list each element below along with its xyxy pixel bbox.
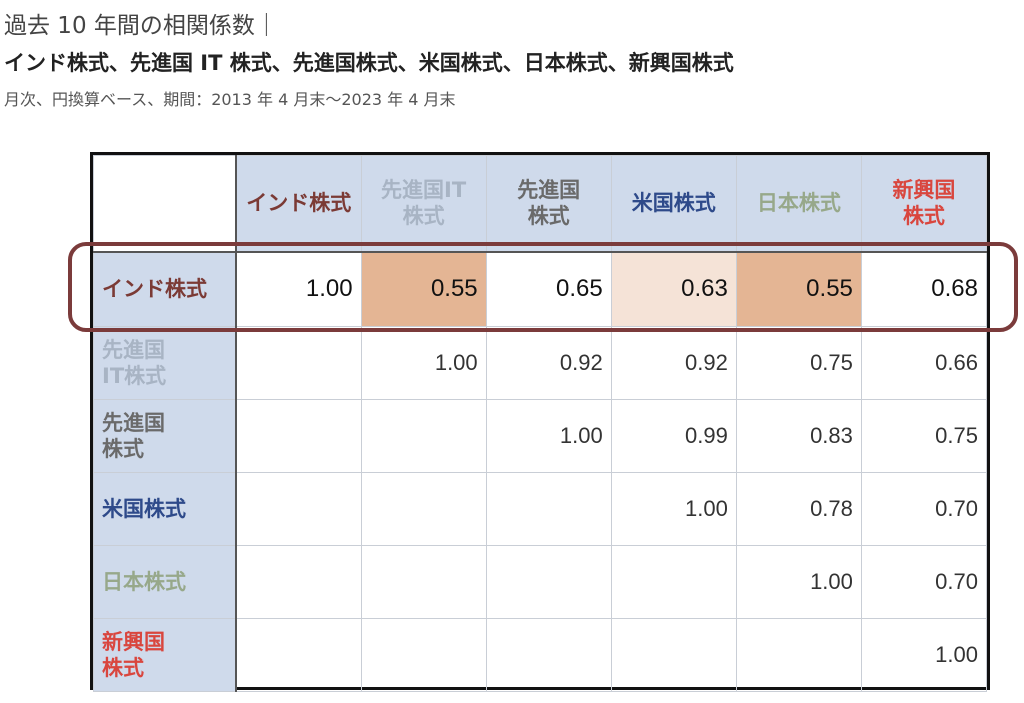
page-subtitle: インド株式、先進国 IT 株式、先進国株式、米国株式、日本株式、新興国株式: [4, 51, 734, 75]
table-row: 米国株式 1.00 0.78 0.70: [93, 472, 988, 546]
correlation-cell: [235, 472, 362, 546]
correlation-cell: 0.65: [485, 251, 612, 327]
correlation-cell: 0.83: [735, 399, 862, 473]
period-note: 月次、円換算ベース、期間：2013 年 4 月末～2023 年 4 月末: [4, 90, 456, 109]
correlation-cell: [360, 472, 487, 546]
correlation-cell: 1.00: [610, 472, 737, 546]
row-header: 先進国 IT株式: [93, 326, 237, 400]
correlation-cell: 1.00: [360, 326, 487, 400]
correlation-cell: 0.55: [360, 251, 487, 327]
correlation-cell: [235, 545, 362, 619]
correlation-cell: 0.63: [610, 251, 737, 327]
correlation-cell: [235, 399, 362, 473]
column-header: 日本株式: [735, 155, 862, 253]
corner-cell: [93, 155, 237, 253]
correlation-cell: 0.66: [860, 326, 988, 400]
correlation-cell: 0.92: [610, 326, 737, 400]
column-header: 新興国 株式: [860, 155, 988, 253]
correlation-cell: [485, 618, 612, 692]
column-header: 先進国 株式: [485, 155, 612, 253]
correlation-cell: [485, 472, 612, 546]
correlation-cell: 0.92: [485, 326, 612, 400]
correlation-cell: 0.68: [860, 251, 988, 327]
correlation-cell: [360, 399, 487, 473]
table-row: インド株式 1.00 0.55 0.65 0.63 0.55 0.68: [93, 251, 988, 327]
table-row: 先進国 株式 1.00 0.99 0.83 0.75: [93, 399, 988, 473]
correlation-cell: [610, 545, 737, 619]
row-header: インド株式: [93, 251, 237, 327]
correlation-cell: 0.70: [860, 545, 988, 619]
page-title: 過去 10 年間の相関係数｜: [4, 13, 278, 39]
header-row: インド株式 先進国IT 株式 先進国 株式 米国株式 日本株式 新興国 株式: [93, 155, 988, 253]
correlation-cell: 0.78: [735, 472, 862, 546]
row-header: 日本株式: [93, 545, 237, 619]
correlation-table: インド株式 先進国IT 株式 先進国 株式 米国株式 日本株式 新興国 株式 インド株式 1.00…: [93, 155, 988, 692]
row-header: 先進国 株式: [93, 399, 237, 473]
correlation-cell: 1.00: [735, 545, 862, 619]
correlation-cell: 1.00: [235, 251, 362, 327]
row-header: 米国株式: [93, 472, 237, 546]
column-header: インド株式: [235, 155, 362, 253]
correlation-cell: 1.00: [860, 618, 988, 692]
correlation-cell: [235, 618, 362, 692]
correlation-cell: 1.00: [485, 399, 612, 473]
table-row: 日本株式 1.00 0.70: [93, 545, 988, 619]
correlation-cell: [360, 618, 487, 692]
column-header: 米国株式: [610, 155, 737, 253]
correlation-cell: 0.99: [610, 399, 737, 473]
table-row: 新興国 株式 1.00: [93, 618, 988, 692]
correlation-cell: [735, 618, 862, 692]
correlation-cell: [360, 545, 487, 619]
correlation-matrix: インド株式 先進国IT 株式 先進国 株式 米国株式 日本株式 新興国 株式 インド株式 1.00…: [90, 152, 990, 692]
correlation-cell: 0.75: [735, 326, 862, 400]
row-header: 新興国 株式: [93, 618, 237, 692]
correlation-cell: [610, 618, 737, 692]
column-header: 先進国IT 株式: [360, 155, 487, 253]
table-row: 先進国 IT株式 1.00 0.92 0.92 0.75 0.66: [93, 326, 988, 400]
correlation-cell: [485, 545, 612, 619]
matrix-body: インド株式 1.00 0.55 0.65 0.63 0.55 0.68 先進国 IT株式 1.00…: [93, 251, 988, 692]
correlation-cell: 0.75: [860, 399, 988, 473]
correlation-cell: 0.55: [735, 251, 862, 327]
correlation-cell: [235, 326, 362, 400]
correlation-cell: 0.70: [860, 472, 988, 546]
